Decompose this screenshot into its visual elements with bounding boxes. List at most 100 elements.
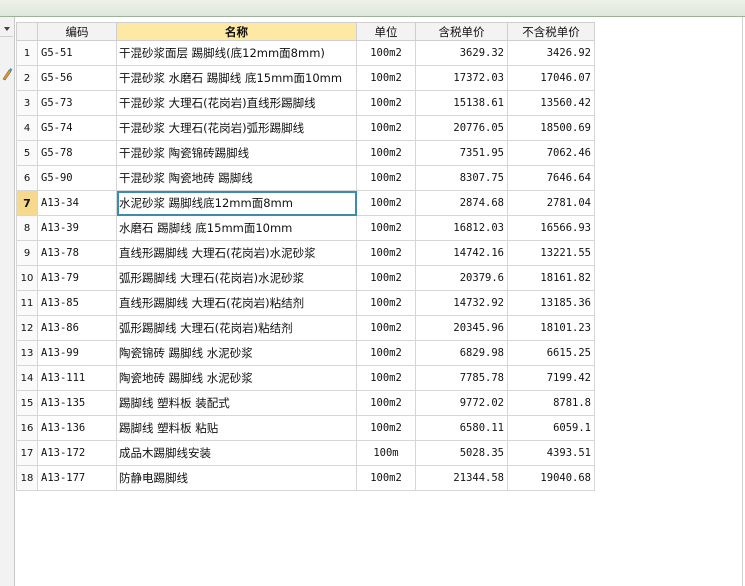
- cell-code[interactable]: G5-73: [37, 90, 117, 116]
- cell-unit[interactable]: 100m2: [356, 365, 416, 391]
- cell-price-notax[interactable]: 2781.04: [507, 190, 595, 216]
- cell-price-notax[interactable]: 8781.8: [507, 390, 595, 416]
- cell-price-notax[interactable]: 7646.64: [507, 165, 595, 191]
- cell-price-tax[interactable]: 9772.02: [415, 390, 508, 416]
- cell-price-tax[interactable]: 21344.58: [415, 465, 508, 491]
- cell-code[interactable]: A13-85: [37, 290, 117, 316]
- cell-unit[interactable]: 100m2: [356, 65, 416, 91]
- cell-code[interactable]: A13-78: [37, 240, 117, 266]
- cell-name[interactable]: 踢脚线 塑料板 粘贴: [116, 415, 357, 441]
- cell-price-notax[interactable]: 19040.68: [507, 465, 595, 491]
- cell-price-tax[interactable]: 20345.96: [415, 315, 508, 341]
- cell-price-notax[interactable]: 18161.82: [507, 265, 595, 291]
- cell-price-notax[interactable]: 3426.92: [507, 40, 595, 66]
- cell-price-notax[interactable]: 16566.93: [507, 215, 595, 241]
- cell-unit[interactable]: 100m2: [356, 390, 416, 416]
- cell-price-tax[interactable]: 6580.11: [415, 415, 508, 441]
- table-row[interactable]: 2 G5-56 干混砂浆 水磨石 踢脚线 底15mm面10mm 100m2 17372.…: [16, 65, 595, 91]
- cell-name[interactable]: 弧形踢脚线 大理石(花岗岩)粘结剂: [116, 315, 357, 341]
- table-row[interactable]: 9 A13-78 直线形踢脚线 大理石(花岗岩)水泥砂浆 100m2 14742.16 1…: [16, 240, 595, 266]
- cell-code[interactable]: G5-90: [37, 165, 117, 191]
- table-row[interactable]: 18 A13-177 防静电踢脚线 100m2 21344.58 19040.68: [16, 465, 595, 491]
- cell-unit[interactable]: 100m2: [356, 315, 416, 341]
- cell-price-tax[interactable]: 8307.75: [415, 165, 508, 191]
- row-number[interactable]: 10: [16, 265, 38, 291]
- cell-code[interactable]: A13-79: [37, 265, 117, 291]
- cell-unit[interactable]: 100m2: [356, 190, 416, 216]
- row-number[interactable]: 2: [16, 65, 38, 91]
- cell-code[interactable]: G5-56: [37, 65, 117, 91]
- cell-unit[interactable]: 100m2: [356, 290, 416, 316]
- cell-unit[interactable]: 100m2: [356, 90, 416, 116]
- cell-code[interactable]: A13-172: [37, 440, 117, 466]
- cell-code[interactable]: A13-86: [37, 315, 117, 341]
- cell-price-tax[interactable]: 14732.92: [415, 290, 508, 316]
- cell-price-tax[interactable]: 2874.68: [415, 190, 508, 216]
- row-number[interactable]: 13: [16, 340, 38, 366]
- cell-price-tax[interactable]: 20776.05: [415, 115, 508, 141]
- header-name[interactable]: 名称: [116, 22, 357, 41]
- header-code[interactable]: 编码: [37, 22, 117, 41]
- cell-unit[interactable]: 100m2: [356, 40, 416, 66]
- cell-name[interactable]: 水泥砂浆 踢脚线底12mm面8mm: [116, 190, 357, 216]
- cell-name[interactable]: 陶瓷锦砖 踢脚线 水泥砂浆: [116, 340, 357, 366]
- cell-name[interactable]: 陶瓷地砖 踢脚线 水泥砂浆: [116, 365, 357, 391]
- cell-code[interactable]: A13-135: [37, 390, 117, 416]
- table-row[interactable]: 11 A13-85 直线形踢脚线 大理石(花岗岩)粘结剂 100m2 14732.92 1…: [16, 290, 595, 316]
- cell-code[interactable]: A13-136: [37, 415, 117, 441]
- cell-price-notax[interactable]: 18101.23: [507, 315, 595, 341]
- cell-unit[interactable]: 100m2: [356, 415, 416, 441]
- cell-price-tax[interactable]: 14742.16: [415, 240, 508, 266]
- cell-price-notax[interactable]: 17046.07: [507, 65, 595, 91]
- table-row[interactable]: 4 G5-74 干混砂浆 大理石(花岗岩)弧形踢脚线 100m2 20776.05 185…: [16, 115, 595, 141]
- table-row[interactable]: 3 G5-73 干混砂浆 大理石(花岗岩)直线形踢脚线 100m2 15138.61 13…: [16, 90, 595, 116]
- table-row[interactable]: 7 A13-34 水泥砂浆 踢脚线底12mm面8mm 100m2 2874.68 2781…: [16, 190, 595, 216]
- row-number[interactable]: 4: [16, 115, 38, 141]
- cell-price-notax[interactable]: 6059.1: [507, 415, 595, 441]
- cell-unit[interactable]: 100m2: [356, 340, 416, 366]
- row-number[interactable]: 9: [16, 240, 38, 266]
- cell-code[interactable]: A13-177: [37, 465, 117, 491]
- cell-unit[interactable]: 100m2: [356, 115, 416, 141]
- cell-price-notax[interactable]: 6615.25: [507, 340, 595, 366]
- table-row[interactable]: 13 A13-99 陶瓷锦砖 踢脚线 水泥砂浆 100m2 6829.98 6615.25: [16, 340, 595, 366]
- cell-name[interactable]: 踢脚线 塑料板 装配式: [116, 390, 357, 416]
- cell-unit[interactable]: 100m2: [356, 140, 416, 166]
- row-number[interactable]: 5: [16, 140, 38, 166]
- cell-name[interactable]: 干混砂浆 陶瓷锦砖踢脚线: [116, 140, 357, 166]
- cell-price-tax[interactable]: 6829.98: [415, 340, 508, 366]
- table-row[interactable]: 14 A13-111 陶瓷地砖 踢脚线 水泥砂浆 100m2 7785.78 7199.4…: [16, 365, 595, 391]
- row-number[interactable]: 7: [16, 190, 38, 216]
- row-number[interactable]: 6: [16, 165, 38, 191]
- table-row[interactable]: 5 G5-78 干混砂浆 陶瓷锦砖踢脚线 100m2 7351.95 7062.46: [16, 140, 595, 166]
- cell-price-tax[interactable]: 15138.61: [415, 90, 508, 116]
- cell-name[interactable]: 弧形踢脚线 大理石(花岗岩)水泥砂浆: [116, 265, 357, 291]
- table-row[interactable]: 1 G5-51 干混砂浆面层 踢脚线(底12mm面8mm) 100m2 3629.32 3…: [16, 40, 595, 66]
- cell-price-notax[interactable]: 13560.42: [507, 90, 595, 116]
- table-row[interactable]: 10 A13-79 弧形踢脚线 大理石(花岗岩)水泥砂浆 100m2 20379.6 18…: [16, 265, 595, 291]
- header-row-number[interactable]: [16, 22, 38, 41]
- cell-code[interactable]: A13-39: [37, 215, 117, 241]
- header-price-tax[interactable]: 含税单价: [415, 22, 508, 41]
- table-row[interactable]: 16 A13-136 踢脚线 塑料板 粘贴 100m2 6580.11 6059.1: [16, 415, 595, 441]
- cell-price-tax[interactable]: 5028.35: [415, 440, 508, 466]
- table-row[interactable]: 6 G5-90 干混砂浆 陶瓷地砖 踢脚线 100m2 8307.75 7646.64: [16, 165, 595, 191]
- cell-price-notax[interactable]: 7199.42: [507, 365, 595, 391]
- cell-code[interactable]: A13-111: [37, 365, 117, 391]
- cell-price-notax[interactable]: 13185.36: [507, 290, 595, 316]
- cell-unit[interactable]: 100m2: [356, 465, 416, 491]
- cell-name[interactable]: 干混砂浆 水磨石 踢脚线 底15mm面10mm: [116, 65, 357, 91]
- row-number[interactable]: 16: [16, 415, 38, 441]
- row-number[interactable]: 15: [16, 390, 38, 416]
- cell-name[interactable]: 干混砂浆 大理石(花岗岩)直线形踢脚线: [116, 90, 357, 116]
- cell-price-notax[interactable]: 18500.69: [507, 115, 595, 141]
- table-row[interactable]: 12 A13-86 弧形踢脚线 大理石(花岗岩)粘结剂 100m2 20345.96 18…: [16, 315, 595, 341]
- row-number[interactable]: 1: [16, 40, 38, 66]
- cell-unit[interactable]: 100m2: [356, 165, 416, 191]
- cell-unit[interactable]: 100m2: [356, 215, 416, 241]
- cell-name[interactable]: 干混砂浆面层 踢脚线(底12mm面8mm): [116, 40, 357, 66]
- cell-name[interactable]: 直线形踢脚线 大理石(花岗岩)水泥砂浆: [116, 240, 357, 266]
- row-number[interactable]: 18: [16, 465, 38, 491]
- cell-price-tax[interactable]: 17372.03: [415, 65, 508, 91]
- cell-price-tax[interactable]: 20379.6: [415, 265, 508, 291]
